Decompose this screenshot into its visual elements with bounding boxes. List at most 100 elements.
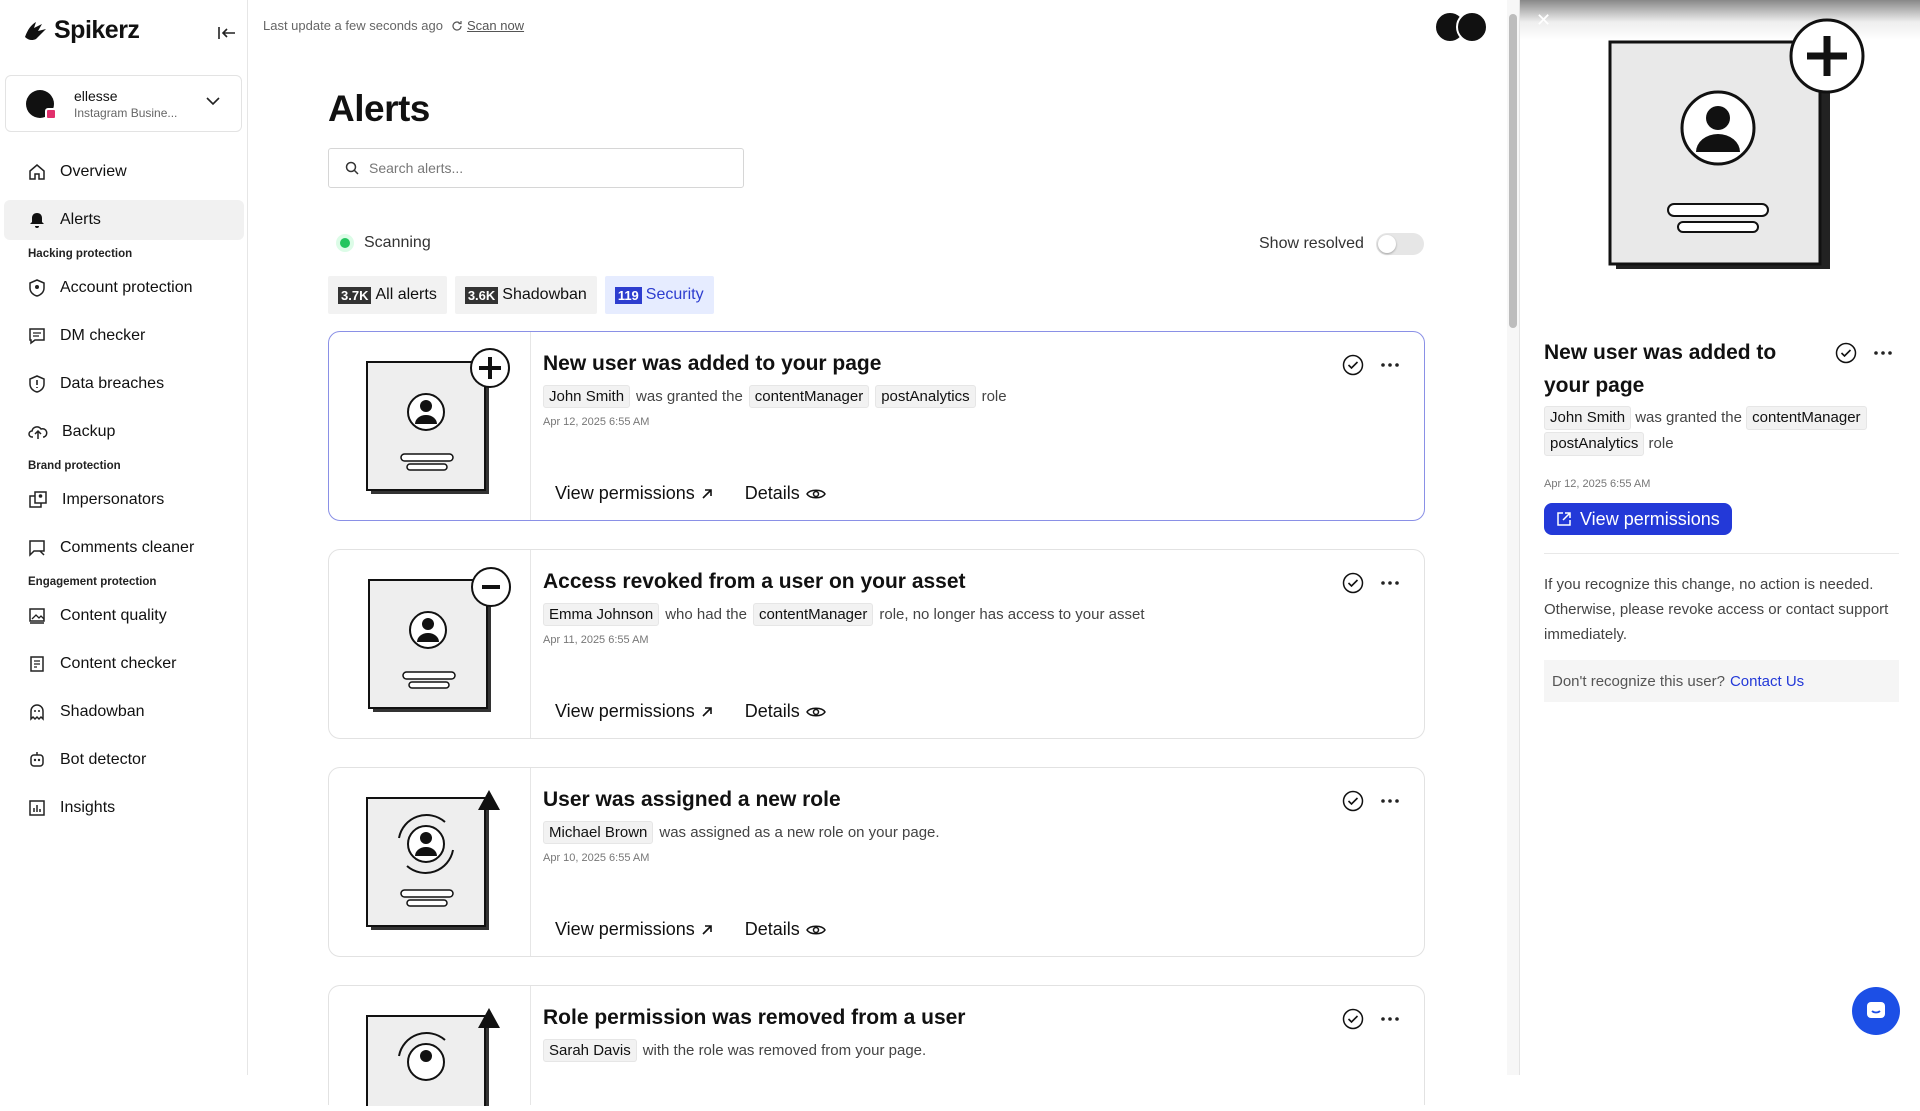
last-update-text: Last update a few seconds ago (263, 18, 443, 33)
alert-text: was granted the (636, 388, 743, 405)
bot-icon (30, 752, 44, 767)
role-chip: contentManager (1746, 406, 1867, 430)
alert-description: John Smith was granted the contentManage… (543, 385, 1404, 408)
alert-date: Apr 12, 2025 6:55 AM (543, 416, 650, 428)
arrow-up-right-icon (702, 706, 712, 717)
sidebar-item-content-checker[interactable]: Content checker (4, 644, 244, 684)
resolve-check-icon[interactable] (1342, 790, 1364, 812)
scrollbar-thumb[interactable] (1509, 14, 1517, 328)
tab-security[interactable]: 119 Security (604, 276, 714, 314)
more-options-icon[interactable] (1380, 362, 1400, 368)
alert-date: Apr 10, 2025 6:55 AM (543, 852, 650, 864)
tab-shadowban[interactable]: 3.6K Shadowban (454, 276, 597, 314)
impersonator-icon (29, 491, 47, 508)
sidebar-item-impersonators[interactable]: Impersonators (4, 480, 244, 520)
sidebar-item-backup[interactable]: Backup (4, 412, 244, 452)
more-options-icon[interactable] (1380, 580, 1400, 586)
details-link[interactable]: Details (745, 919, 826, 940)
view-permissions-link[interactable]: View permissions (555, 919, 713, 940)
chat-support-button[interactable] (1852, 987, 1900, 1035)
role-change-illustration (329, 768, 531, 956)
alert-card[interactable]: Access revoked from a user on your asset… (328, 549, 1425, 739)
avatar (1456, 11, 1488, 43)
view-permissions-link[interactable]: View permissions (555, 483, 713, 504)
tab-all-alerts[interactable]: 3.7K All alerts (328, 276, 447, 314)
account-switcher[interactable]: ellesse Instagram Busine... (5, 75, 242, 132)
tab-label: All alerts (375, 286, 437, 303)
details-link[interactable]: Details (745, 701, 826, 722)
external-link-icon (1557, 512, 1571, 526)
panel-text: was granted the (1635, 409, 1742, 426)
alert-description: Sarah Davis with the role was removed fr… (543, 1039, 1404, 1062)
details-link[interactable]: Details (745, 483, 826, 504)
contact-us-link[interactable]: Contact Us (1730, 673, 1804, 690)
more-options-icon[interactable] (1380, 1016, 1400, 1022)
panel-text: role (1648, 435, 1674, 452)
role-removed-illustration (329, 986, 531, 1111)
resolve-check-icon[interactable] (1342, 1008, 1364, 1030)
arrow-up-right-icon (702, 924, 712, 935)
comment-clean-icon (29, 540, 45, 557)
user-chip: Sarah Davis (543, 1039, 637, 1062)
link-label: Details (744, 919, 800, 939)
main-scrollbar[interactable] (1507, 0, 1519, 1075)
sidebar-item-comments-cleaner[interactable]: Comments cleaner (4, 528, 244, 568)
sidebar-item-label: Insights (60, 799, 116, 816)
sidebar-item-alerts[interactable]: Alerts (4, 200, 244, 240)
sidebar-item-bot-detector[interactable]: Bot detector (4, 740, 244, 780)
alert-card[interactable]: New user was added to your page John Smi… (328, 331, 1425, 521)
connected-accounts[interactable] (1434, 11, 1488, 43)
more-options-icon[interactable] (1380, 798, 1400, 804)
sidebar-item-label: Comments cleaner (60, 539, 195, 556)
sidebar-item-label: Alerts (60, 211, 101, 228)
more-options-icon[interactable] (1873, 350, 1893, 356)
sidebar-item-insights[interactable]: Insights (4, 788, 244, 828)
nav-section-hacking: Hacking protection (28, 248, 133, 260)
link-label: View permissions (555, 483, 695, 503)
sidebar-item-content-quality[interactable]: Content quality (4, 596, 244, 636)
alert-card[interactable]: Role permission was removed from a user … (328, 985, 1425, 1111)
link-label: View permissions (555, 701, 695, 721)
sidebar-nav: Overview Alerts Hacking protection Accou… (4, 152, 244, 836)
link-label: View permissions (555, 919, 695, 939)
tab-label: Shadowban (502, 286, 587, 303)
ghost-icon (30, 704, 44, 721)
alert-text: was assigned as a new role on your page. (659, 824, 940, 841)
alert-title: User was assigned a new role (543, 788, 841, 811)
resolve-check-icon[interactable] (1342, 354, 1364, 376)
divider (1544, 553, 1899, 554)
user-chip: Michael Brown (543, 821, 654, 844)
topbar: Last update a few seconds ago Scan now (263, 18, 524, 33)
nav-section-engagement: Engagement protection (28, 576, 157, 588)
account-type: Instagram Busine... (74, 105, 178, 120)
sidebar-item-label: Bot detector (60, 751, 147, 768)
scanning-indicator (340, 238, 350, 248)
resolve-check-icon[interactable] (1835, 342, 1857, 364)
sidebar-item-overview[interactable]: Overview (4, 152, 244, 192)
close-icon[interactable]: ✕ (1536, 10, 1551, 31)
link-label: Details (744, 701, 800, 721)
resolve-check-icon[interactable] (1342, 572, 1364, 594)
instagram-icon (45, 107, 57, 120)
bell-icon (30, 213, 44, 228)
chart-icon (29, 800, 45, 816)
message-icon (29, 328, 45, 345)
search-input[interactable] (369, 160, 729, 176)
sidebar-item-dm-checker[interactable]: DM checker (4, 316, 244, 356)
show-resolved-toggle[interactable] (1375, 233, 1424, 255)
user-added-hero-illustration: ✕ (1520, 0, 1920, 290)
scan-now-link[interactable]: Scan now (451, 18, 524, 33)
sidebar-item-data-breaches[interactable]: Data breaches (4, 364, 244, 404)
nav-section-brand: Brand protection (28, 460, 121, 472)
collapse-sidebar-button[interactable] (214, 20, 240, 46)
sidebar-item-shadowban[interactable]: Shadowban (4, 692, 244, 732)
sidebar-item-label: Backup (62, 423, 116, 440)
sidebar-item-account-protection[interactable]: Account protection (4, 268, 244, 308)
role-chip: postAnalytics (875, 385, 976, 408)
shield-alert-icon (29, 375, 45, 393)
app-logo[interactable]: Spikerz (22, 16, 140, 45)
view-permissions-button[interactable]: View permissions (1544, 503, 1732, 535)
view-permissions-link[interactable]: View permissions (555, 701, 713, 722)
alert-card[interactable]: User was assigned a new role Michael Bro… (328, 767, 1425, 957)
alert-text: who had the (665, 606, 747, 623)
